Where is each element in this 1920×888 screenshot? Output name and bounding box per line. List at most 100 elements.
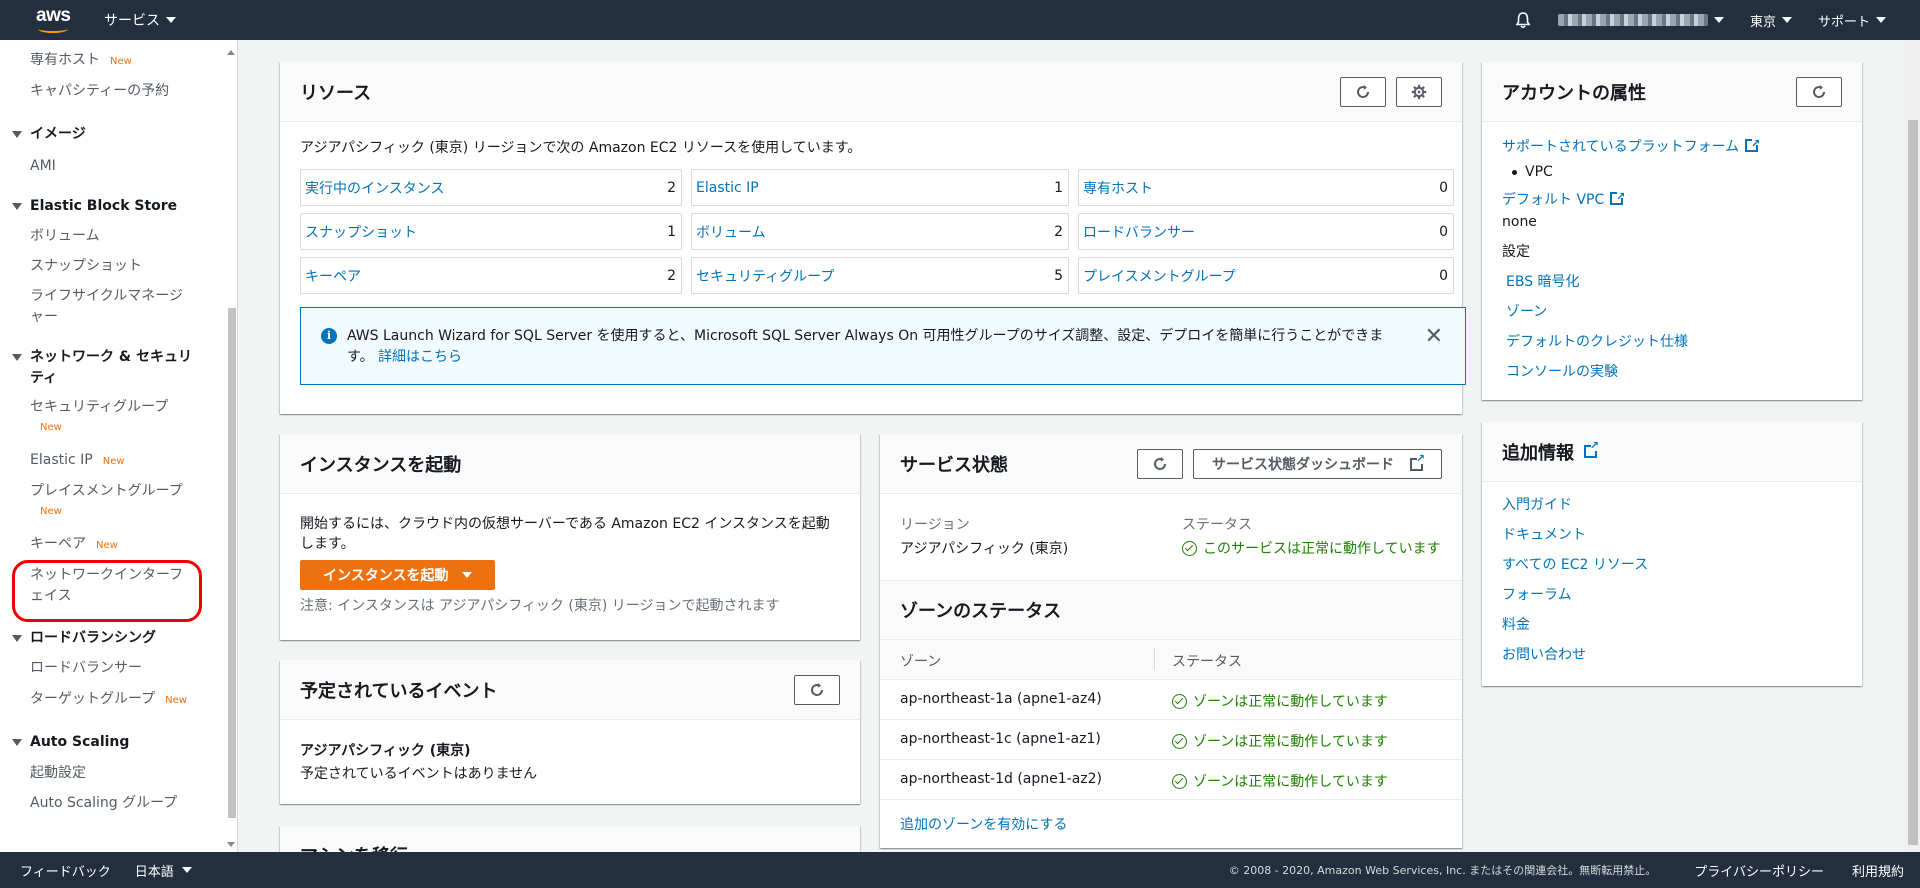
region-menu[interactable]: 東京 [1750, 11, 1792, 30]
sidebar-item-key-pairs[interactable]: キーペア New [30, 534, 118, 556]
scroll-down-arrow-icon[interactable] [227, 842, 235, 847]
settings-button[interactable] [1396, 77, 1442, 107]
sidebar-item-target-groups[interactable]: ターゲットグループ New [30, 689, 187, 711]
resource-placement-groups[interactable]: プレイスメントグループ 0 [1078, 257, 1454, 294]
sidebar-item-placement-groups[interactable]: プレイスメントグループ [30, 481, 183, 502]
sidebar-scroll-thumb[interactable] [228, 308, 236, 818]
launch-instance-button[interactable]: インスタンスを起動 [300, 560, 496, 590]
resource-security-groups[interactable]: セキュリティグループ 5 [691, 257, 1069, 294]
pricing-link[interactable]: 料金 [1502, 617, 1530, 633]
chevron-down-icon [1713, 17, 1724, 23]
all-ec2-resources-link[interactable]: すべての EC2 リソース [1502, 557, 1648, 573]
resource-load-balancers[interactable]: ロードバランサー 0 [1078, 213, 1454, 250]
chevron-down-icon [166, 17, 176, 23]
panel-title: 追加情報 [1502, 442, 1574, 464]
resource-link[interactable]: Elastic IP [696, 180, 759, 196]
resource-volumes[interactable]: ボリューム 2 [691, 213, 1069, 250]
terms-link[interactable]: 利用規約 [1852, 861, 1904, 880]
refresh-button[interactable] [1796, 77, 1842, 107]
refresh-icon [1357, 85, 1370, 98]
sidebar-item-label: 専有ホスト [30, 52, 100, 68]
close-icon[interactable]: ✕ [1425, 326, 1443, 348]
privacy-policy-link[interactable]: プライバシーポリシー [1694, 861, 1824, 880]
sidebar-item-ami[interactable]: AMI [30, 156, 56, 177]
sidebar-section-images[interactable]: イメージ [12, 124, 86, 145]
account-attributes-panel: アカウントの属性 サポートされているプラットフォーム VPC デフォルト VPC… [1482, 62, 1862, 400]
console-experiments-link[interactable]: コンソールの実験 [1506, 364, 1618, 380]
resource-dedicated-hosts[interactable]: 専有ホスト 0 [1078, 169, 1454, 206]
refresh-button[interactable] [1340, 77, 1386, 107]
sidebar-section-load-balancing[interactable]: ロードバランシング [12, 628, 156, 649]
forums-link[interactable]: フォーラム [1502, 587, 1572, 603]
region-value: アジアパシフィック (東京) [900, 541, 1069, 557]
refresh-button[interactable] [794, 675, 840, 705]
resource-link[interactable]: キーペア [305, 266, 361, 286]
resource-key-pairs[interactable]: キーペア 2 [300, 257, 682, 294]
refresh-button[interactable] [1137, 449, 1183, 479]
resource-link[interactable]: スナップショット [305, 222, 417, 242]
resource-link[interactable]: プレイスメントグループ [1083, 266, 1236, 286]
region-label: リージョン [900, 517, 970, 533]
launch-button-label: インスタンスを起動 [323, 568, 449, 584]
documentation-link[interactable]: ドキュメント [1502, 527, 1586, 543]
account-menu[interactable] [1557, 14, 1724, 26]
language-selector[interactable]: 日本語 [135, 861, 192, 880]
resource-link[interactable]: 専有ホスト [1083, 178, 1153, 198]
sidebar-item-dedicated-hosts[interactable]: 専有ホスト New [30, 50, 132, 72]
main-scrollbar[interactable] [1904, 40, 1920, 852]
resources-panel: リソース アジアパシフィック (東京) リージョンで次の Amazon EC2 … [280, 62, 1466, 414]
sidebar-item-snapshots[interactable]: スナップショット [30, 256, 142, 277]
zone-status-text: ゾーンは正常に動作しています [1193, 694, 1388, 710]
default-vpc-link[interactable]: デフォルト VPC [1502, 192, 1604, 208]
sidebar-item-launch-configurations[interactable]: 起動設定 [30, 763, 86, 784]
sidebar-scrollbar[interactable] [224, 46, 236, 847]
sidebar-item-load-balancers[interactable]: ロードバランサー [30, 658, 142, 679]
support-menu[interactable]: サポート [1818, 11, 1886, 30]
sidebar-section-ebs[interactable]: Elastic Block Store [12, 196, 177, 217]
resource-running-instances[interactable]: 実行中のインスタンス 2 [300, 169, 682, 206]
sidebar-item-lifecycle-manager[interactable]: ライフサイクルマネージ ャー [30, 286, 183, 328]
check-circle-icon [1182, 540, 1197, 556]
enable-zones-link[interactable]: 追加のゾーンを有効にする [900, 817, 1067, 833]
button-label: サービス状態ダッシュボード [1212, 457, 1394, 473]
ebs-encryption-link[interactable]: EBS 暗号化 [1506, 274, 1580, 290]
bell-icon[interactable] [1514, 11, 1532, 29]
supported-platforms-row: サポートされているプラットフォーム [1502, 133, 1760, 158]
chevron-down-icon [181, 867, 192, 873]
resource-link[interactable]: ロードバランサー [1083, 222, 1195, 242]
supported-platforms-link[interactable]: サポートされているプラットフォーム [1502, 139, 1739, 155]
check-circle-icon [1172, 773, 1187, 789]
default-credit-link[interactable]: デフォルトのクレジット仕様 [1506, 334, 1688, 350]
sidebar-section-network-security[interactable]: ネットワーク & セキュリ ティ [12, 347, 192, 389]
sidebar-item-volumes[interactable]: ボリューム [30, 226, 100, 247]
zone-status-header: ゾーンのステータス [880, 580, 1462, 640]
sidebar-item-label: ターゲットグループ [30, 691, 156, 707]
resource-link[interactable]: 実行中のインスタンス [305, 178, 444, 198]
resource-link[interactable]: ボリューム [696, 222, 766, 242]
getting-started-link[interactable]: 入門ガイド [1502, 497, 1572, 513]
resource-count: 2 [667, 179, 676, 196]
aws-logo[interactable]: aws [36, 5, 72, 35]
zones-link[interactable]: ゾーン [1506, 304, 1547, 320]
service-health-header: サービス状態 サービス状態ダッシュボード [880, 434, 1462, 494]
sidebar-section-auto-scaling[interactable]: Auto Scaling [12, 732, 129, 753]
feedback-link[interactable]: フィードバック [20, 861, 111, 880]
services-menu[interactable]: サービス [104, 10, 176, 30]
sidebar-item-security-groups[interactable]: セキュリティグループ [30, 397, 168, 418]
sidebar-item-capacity-reservations[interactable]: キャパシティーの予約 [30, 81, 169, 102]
scroll-up-arrow-icon[interactable] [227, 50, 235, 55]
resource-snapshots[interactable]: スナップショット 1 [300, 213, 682, 250]
sidebar-item-elastic-ip[interactable]: Elastic IP New [30, 450, 125, 472]
contact-link[interactable]: お問い合わせ [1502, 647, 1586, 663]
resource-elastic-ip[interactable]: Elastic IP 1 [691, 169, 1069, 206]
resource-link[interactable]: セキュリティグループ [696, 266, 834, 286]
zone-status: ゾーンは正常に動作しています [1172, 731, 1388, 751]
learn-more-link[interactable]: 詳細はこちら [378, 349, 462, 365]
language-label: 日本語 [134, 864, 174, 880]
settings-label: 設定 [1502, 244, 1530, 260]
service-health-dashboard-button[interactable]: サービス状態ダッシュボード [1193, 449, 1442, 479]
main-scroll-thumb[interactable] [1908, 120, 1918, 845]
sidebar-item-label: セキュリティグループ [30, 399, 169, 415]
sidebar-item-network-interfaces[interactable]: ネットワークインターフ ェイス [30, 565, 183, 607]
sidebar-item-auto-scaling-groups[interactable]: Auto Scaling グループ [30, 793, 177, 814]
